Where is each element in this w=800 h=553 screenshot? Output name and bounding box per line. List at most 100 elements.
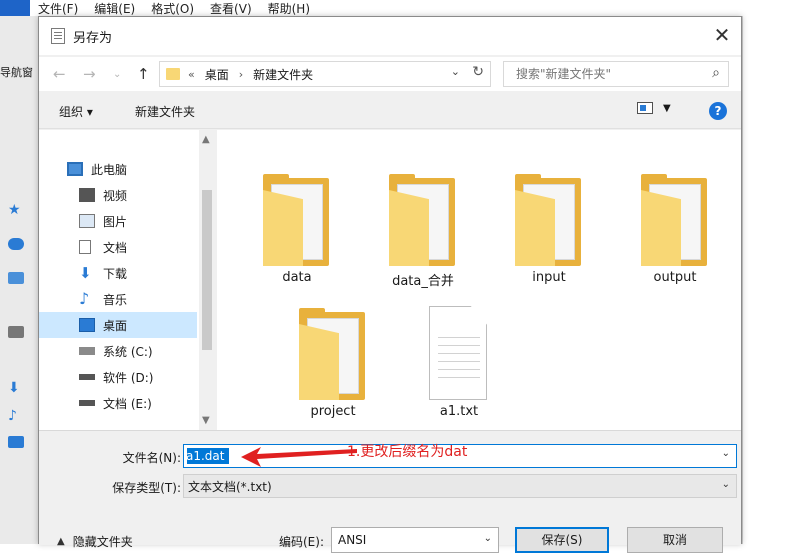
hide-folders-toggle[interactable]: ▲ 隐藏文件夹 [57,533,133,550]
nav-label: 软件 (D:) [103,370,154,385]
file-item-a1-txt[interactable]: a1.txt [403,290,515,419]
folder-icon [389,174,455,266]
music-icon: ♪ [8,408,17,424]
computer-icon [67,162,83,176]
filetype-value: 文本文档(*.txt) [188,479,272,494]
chevron-right-icon[interactable]: › [239,68,243,81]
nav-item-desktop[interactable]: 桌面 [39,312,197,338]
star-icon: ★ [8,202,21,218]
nav-item-pictures[interactable]: 图片 [39,208,197,234]
background-app-tab [0,0,30,16]
drive-icon [79,400,95,406]
system-drive-icon [79,347,95,355]
nav-item-videos[interactable]: 视频 [39,182,197,208]
folder-item-output[interactable]: output [619,156,731,285]
forward-arrow-icon[interactable]: → [83,65,96,83]
chevron-up-icon: ▲ [57,536,65,547]
breadcrumb-new-folder[interactable]: 新建文件夹 [253,66,313,83]
scrollbar-thumb[interactable] [202,190,212,350]
scroll-up-icon[interactable]: ▲ [202,134,210,145]
background-fragment-text: 导航窗 [0,66,33,79]
new-folder-button[interactable]: 新建文件夹 [135,103,195,120]
nav-label: 此电脑 [91,162,128,177]
breadcrumb-overflow[interactable]: « [188,68,195,81]
nav-label: 图片 [103,214,128,229]
documents-icon [79,240,91,254]
refresh-icon[interactable]: ↻ [472,64,484,80]
close-button[interactable]: ✕ [707,21,737,51]
breadcrumb-desktop[interactable]: 桌面 [205,66,229,83]
notepad-icon [51,28,65,44]
nav-item-this-pc[interactable]: 此电脑 [39,156,197,182]
music-icon: ♪ [79,289,90,308]
nav-item-downloads[interactable]: ⬇ 下载 [39,260,197,286]
search-icon[interactable]: ⌕ [712,65,720,81]
file-name: project [310,404,356,419]
chevron-down-icon[interactable]: ⌄ [722,448,730,459]
nav-label: 视频 [103,188,128,203]
chevron-down-icon[interactable]: ⌄ [451,65,460,78]
dialog-titlebar[interactable]: 另存为 ✕ [39,17,741,55]
bg-menu-help[interactable]: 帮助(H) [260,0,318,17]
nav-item-drive-c[interactable]: 系统 (C:) [39,338,197,364]
drive-icon [79,374,95,380]
download-icon: ⬇ [8,380,20,396]
nav-label: 系统 (C:) [103,344,153,359]
folder-item-input[interactable]: input [493,156,605,285]
back-arrow-icon[interactable]: ← [53,65,66,83]
nav-scrollbar[interactable]: ▲ ▼ [199,130,215,430]
chevron-down-icon: ⌄ [721,479,730,490]
filename-label: 文件名(N): [122,451,181,465]
file-list: data data_合并 input output project a1.txt [217,130,741,430]
nav-label: 文档 (E:) [103,396,152,411]
recent-locations-chevron-icon[interactable]: ⌄ [113,69,121,80]
computer-icon [8,272,24,284]
bg-menu-view[interactable]: 查看(V) [202,0,260,17]
file-name: input [532,270,566,285]
file-name: a1.txt [439,404,479,419]
nav-label: 下载 [103,266,128,281]
view-icon [637,102,653,114]
chevron-down-icon: ⌄ [483,533,492,544]
folder-icon [166,68,180,80]
nav-item-music[interactable]: ♪ 音乐 [39,286,197,312]
save-form: 文件名(N): ⌄ 1.更改后缀名为dat 保存类型(T): 文本文档(*.tx… [39,430,741,553]
encoding-label: 编码(E): [279,535,324,549]
bg-menu-format[interactable]: 格式(O) [143,0,202,17]
encoding-select[interactable]: ANSI ⌄ [331,527,499,553]
desktop-icon [79,318,95,332]
cancel-button[interactable]: 取消 [627,527,723,553]
filetype-label: 保存类型(T): [112,481,181,495]
bg-menu-edit[interactable]: 编辑(E) [86,0,143,17]
folder-item-project[interactable]: project [277,290,389,419]
bg-menu-file[interactable]: 文件(F) [30,0,86,17]
help-icon[interactable]: ? [709,102,727,120]
download-icon: ⬇ [79,264,92,282]
search-input[interactable] [514,66,694,82]
encoding-value: ANSI [338,533,367,547]
folder-item-data-merge[interactable]: data_合并 [367,156,479,289]
pictures-icon [79,214,95,228]
dialog-title: 另存为 [73,30,113,46]
nav-label: 音乐 [103,292,128,307]
folder-item-data[interactable]: data [241,156,353,285]
search-box[interactable]: ⌕ [503,61,729,87]
organize-button[interactable]: 组织 ▾ [59,103,93,120]
scroll-down-icon[interactable]: ▼ [202,415,210,426]
annotation-arrow [241,447,357,467]
address-row: ← → ⌄ ↑ « 桌面 › 新建文件夹 ⌄ ↻ ⌕ [39,57,741,91]
folder-icon [263,174,329,266]
folder-icon [641,174,707,266]
nav-item-drive-e[interactable]: 文档 (E:) [39,390,197,416]
command-bar: 组织 ▾ 新建文件夹 ▼ ? [39,93,741,129]
filetype-select[interactable]: 文本文档(*.txt) ⌄ [183,474,737,498]
view-options-button[interactable]: ▼ [637,102,671,114]
folder-icon [299,308,365,400]
video-icon [79,188,95,202]
folder-icon [515,174,581,266]
nav-item-documents[interactable]: 文档 [39,234,197,260]
up-arrow-icon[interactable]: ↑ [137,65,150,83]
nav-item-drive-d[interactable]: 软件 (D:) [39,364,197,390]
save-button[interactable]: 保存(S) [515,527,609,553]
address-bar[interactable]: « 桌面 › 新建文件夹 ⌄ ↻ [159,61,491,87]
